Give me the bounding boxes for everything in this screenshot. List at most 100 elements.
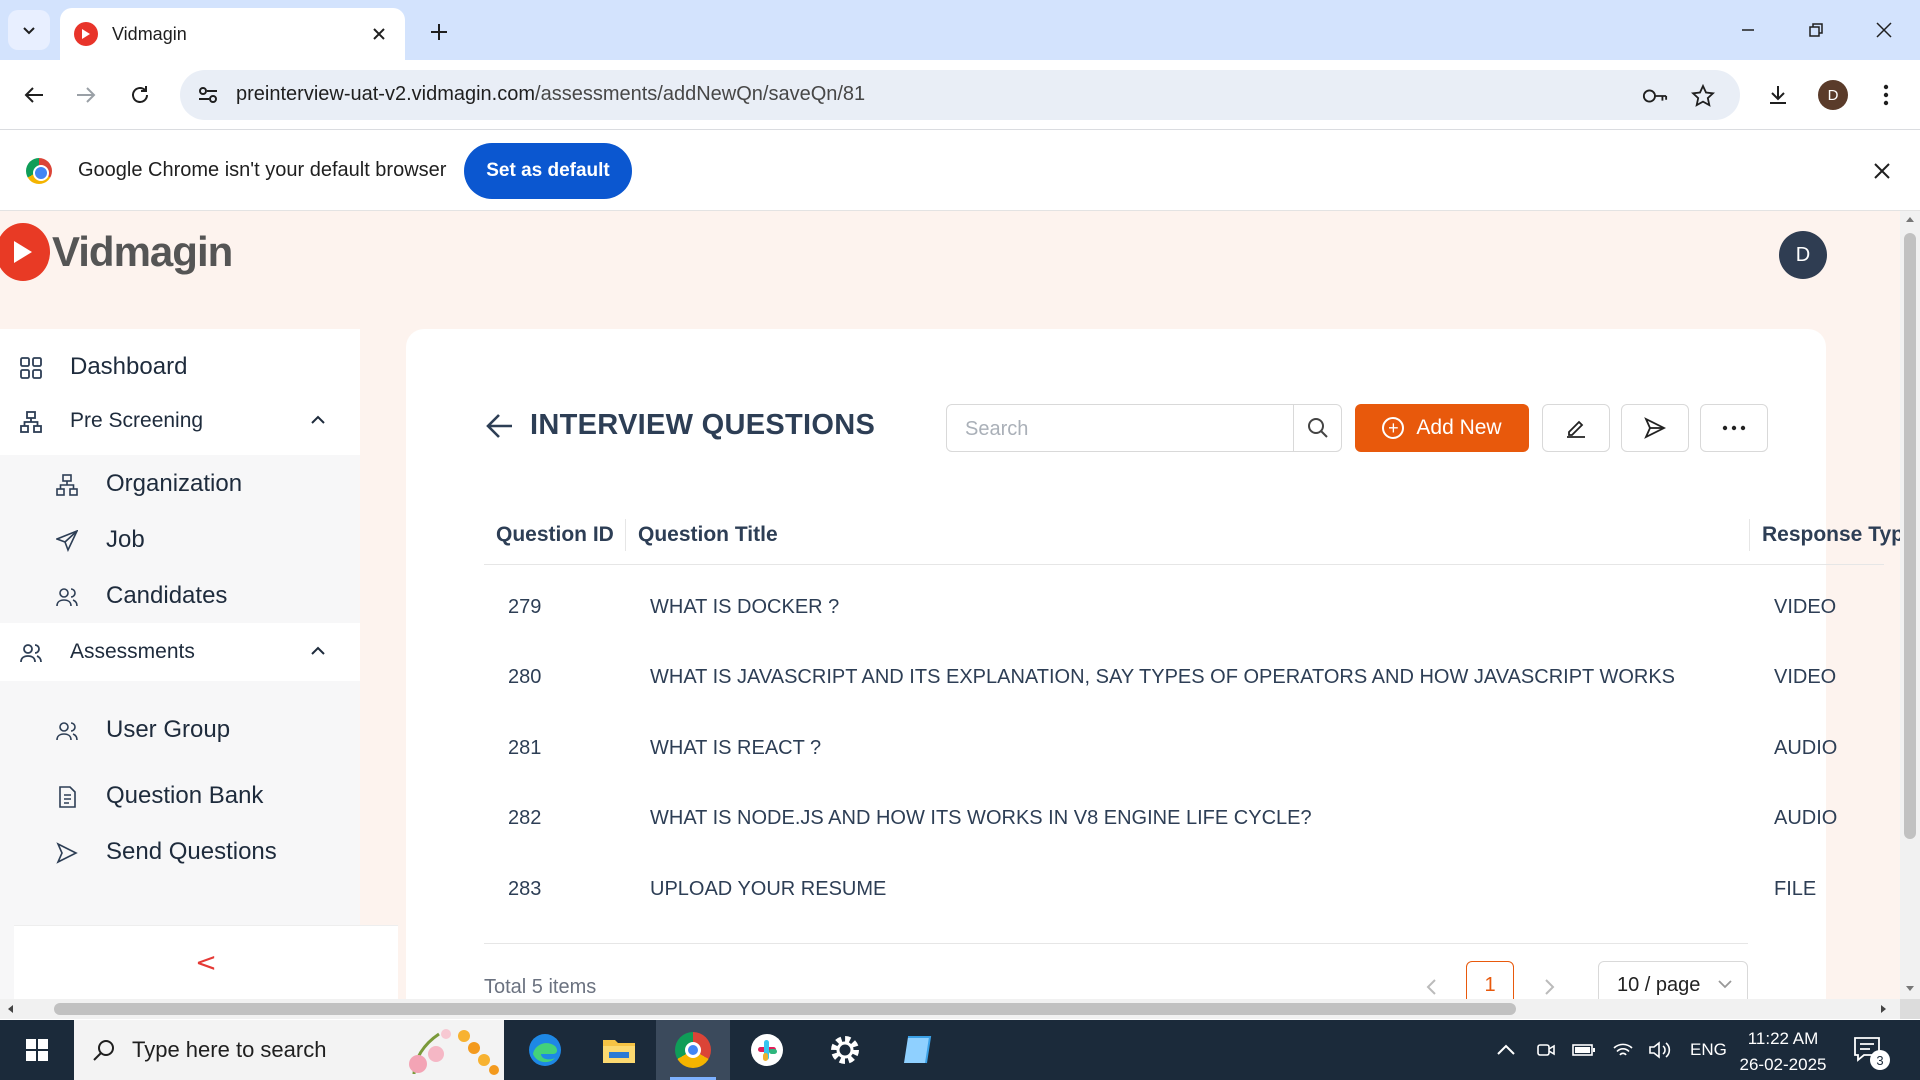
search-icon: [93, 1040, 114, 1061]
search-input[interactable]: Search: [946, 404, 1342, 452]
clock-time: 11:22 AM: [1747, 1029, 1819, 1048]
chrome-menu-button[interactable]: [1866, 75, 1906, 115]
restore-button[interactable]: [1792, 10, 1840, 50]
url-path: /assessments/addNewQn/saveQn/81: [535, 83, 866, 105]
forward-button[interactable]: [66, 75, 106, 115]
meet-now-icon[interactable]: [1536, 1040, 1556, 1060]
bookmark-star-icon[interactable]: [1690, 83, 1716, 109]
close-tab-icon[interactable]: [367, 22, 391, 46]
sidebar-item-label: Candidates: [106, 582, 228, 609]
tab-title: Vidmagin: [112, 23, 187, 44]
response-type-cell: VIDEO: [1774, 595, 1837, 618]
taskbar-app[interactable]: [882, 1020, 956, 1080]
back-button[interactable]: [14, 75, 54, 115]
horizontal-scroll-thumb[interactable]: [54, 1003, 1516, 1015]
table-row[interactable]: 283 UPLOAD YOUR RESUME FILE: [484, 854, 1884, 924]
sidebar-item-label: Send Questions: [106, 838, 277, 865]
chevron-down-icon: [23, 27, 35, 35]
close-window-button[interactable]: [1860, 10, 1908, 50]
edit-button[interactable]: [1542, 404, 1610, 452]
downloads-button[interactable]: [1758, 75, 1798, 115]
taskbar-slack[interactable]: [730, 1020, 804, 1080]
infobar-close-icon[interactable]: [1868, 157, 1896, 185]
back-arrow-icon[interactable]: [484, 410, 516, 442]
search-icon[interactable]: [1293, 405, 1341, 451]
address-bar[interactable]: preinterview-uat-v2.vidmagin.com/assessm…: [180, 70, 1740, 120]
send-icon: [56, 842, 78, 864]
user-avatar[interactable]: D: [1779, 231, 1827, 279]
sidebar-item-pre-screening[interactable]: Pre Screening: [0, 392, 360, 450]
users-icon: [56, 588, 78, 607]
sidebar-item-user-group[interactable]: User Group: [0, 701, 360, 759]
sidebar-item-candidates[interactable]: Candidates: [0, 567, 360, 625]
volume-icon[interactable]: [1648, 1040, 1672, 1060]
url-text[interactable]: preinterview-uat-v2.vidmagin.com/assessm…: [236, 83, 865, 106]
browser-tab-strip: Vidmagin: [0, 0, 1920, 60]
question-id-cell: 280: [508, 665, 542, 688]
site-settings-icon[interactable]: [196, 83, 220, 112]
language-indicator[interactable]: ENG: [1690, 1040, 1727, 1060]
column-header-question-id[interactable]: Question ID: [496, 505, 614, 565]
start-button[interactable]: [12, 1030, 62, 1070]
profile-avatar[interactable]: D: [1818, 80, 1848, 110]
close-icon: [1876, 22, 1892, 38]
table-bottom-divider: [484, 943, 1748, 944]
taskbar-search-box[interactable]: Type here to search: [74, 1020, 504, 1080]
total-items-text: Total 5 items: [484, 975, 597, 998]
notification-center-button[interactable]: 3: [1852, 1034, 1890, 1070]
page-number-button[interactable]: 1: [1466, 961, 1514, 999]
scroll-down-arrow-icon[interactable]: [1905, 985, 1915, 993]
sidebar-item-send-questions[interactable]: Send Questions: [0, 823, 360, 881]
more-horizontal-icon: [1722, 425, 1746, 431]
table-row[interactable]: 282 WHAT IS NODE.JS AND HOW ITS WORKS IN…: [484, 783, 1884, 853]
column-header-response-type[interactable]: Response Typ: [1762, 505, 1900, 565]
reload-button[interactable]: [120, 75, 160, 115]
sidebar-item-assessments[interactable]: Assessments: [0, 623, 360, 681]
vertical-scrollbar[interactable]: [1900, 211, 1920, 999]
sidebar-item-organization[interactable]: Organization: [0, 455, 360, 513]
chevron-up-icon[interactable]: [1496, 1044, 1516, 1056]
sidebar-collapse-button[interactable]: <: [14, 925, 398, 999]
url-host: preinterview-uat-v2.vidmagin.com: [236, 83, 536, 105]
horizontal-scrollbar[interactable]: [0, 999, 1900, 1019]
set-as-default-button[interactable]: Set as default: [464, 143, 632, 199]
prev-page-icon[interactable]: [1416, 969, 1446, 999]
notification-count-badge: 3: [1870, 1050, 1890, 1070]
table-row[interactable]: 281 WHAT IS REACT ? AUDIO: [484, 713, 1884, 783]
question-id-cell: 282: [508, 806, 542, 829]
send-icon: [1644, 417, 1666, 439]
chevron-up-icon[interactable]: [310, 414, 326, 426]
scroll-up-arrow-icon[interactable]: [1905, 215, 1915, 223]
password-key-icon[interactable]: [1642, 83, 1668, 109]
taskbar-chrome[interactable]: [656, 1020, 730, 1080]
taskbar-file-explorer[interactable]: [582, 1020, 656, 1080]
minimize-button[interactable]: [1724, 10, 1772, 50]
column-header-question-title[interactable]: Question Title: [638, 505, 778, 565]
sidebar-item-question-bank[interactable]: Question Bank: [0, 767, 360, 825]
browser-tab[interactable]: Vidmagin: [60, 8, 405, 60]
new-tab-button[interactable]: [423, 16, 455, 48]
battery-icon[interactable]: [1572, 1043, 1596, 1057]
tab-search-button[interactable]: [8, 10, 50, 50]
taskbar-clock[interactable]: 11:22 AM 26-02-2025: [1730, 1026, 1836, 1078]
page-size-select[interactable]: 10 / page: [1598, 961, 1748, 999]
wifi-icon[interactable]: [1612, 1041, 1634, 1059]
send-button[interactable]: [1621, 404, 1689, 452]
vertical-scroll-thumb[interactable]: [1904, 233, 1916, 839]
scroll-right-arrow-icon[interactable]: [1880, 1004, 1888, 1014]
more-options-button[interactable]: [1700, 404, 1768, 452]
question-id-cell: 283: [508, 877, 542, 900]
default-browser-infobar: Google Chrome isn't your default browser…: [0, 131, 1920, 211]
taskbar-edge[interactable]: [508, 1020, 582, 1080]
table-row[interactable]: 280 WHAT IS JAVASCRIPT AND ITS EXPLANATI…: [484, 642, 1884, 712]
sidebar-item-job[interactable]: Job: [0, 511, 360, 569]
scroll-left-arrow-icon[interactable]: [6, 1004, 14, 1014]
taskbar-settings[interactable]: [808, 1020, 882, 1080]
next-page-icon[interactable]: [1535, 969, 1565, 999]
vidmagin-logo[interactable]: Vidmagin: [0, 223, 233, 281]
table-row[interactable]: 279 WHAT IS DOCKER ? VIDEO: [484, 572, 1884, 642]
add-new-button[interactable]: + Add New: [1355, 404, 1529, 452]
sidebar-item-dashboard[interactable]: Dashboard: [0, 338, 360, 396]
chevron-up-icon[interactable]: [310, 645, 326, 657]
slack-icon: [751, 1034, 783, 1066]
